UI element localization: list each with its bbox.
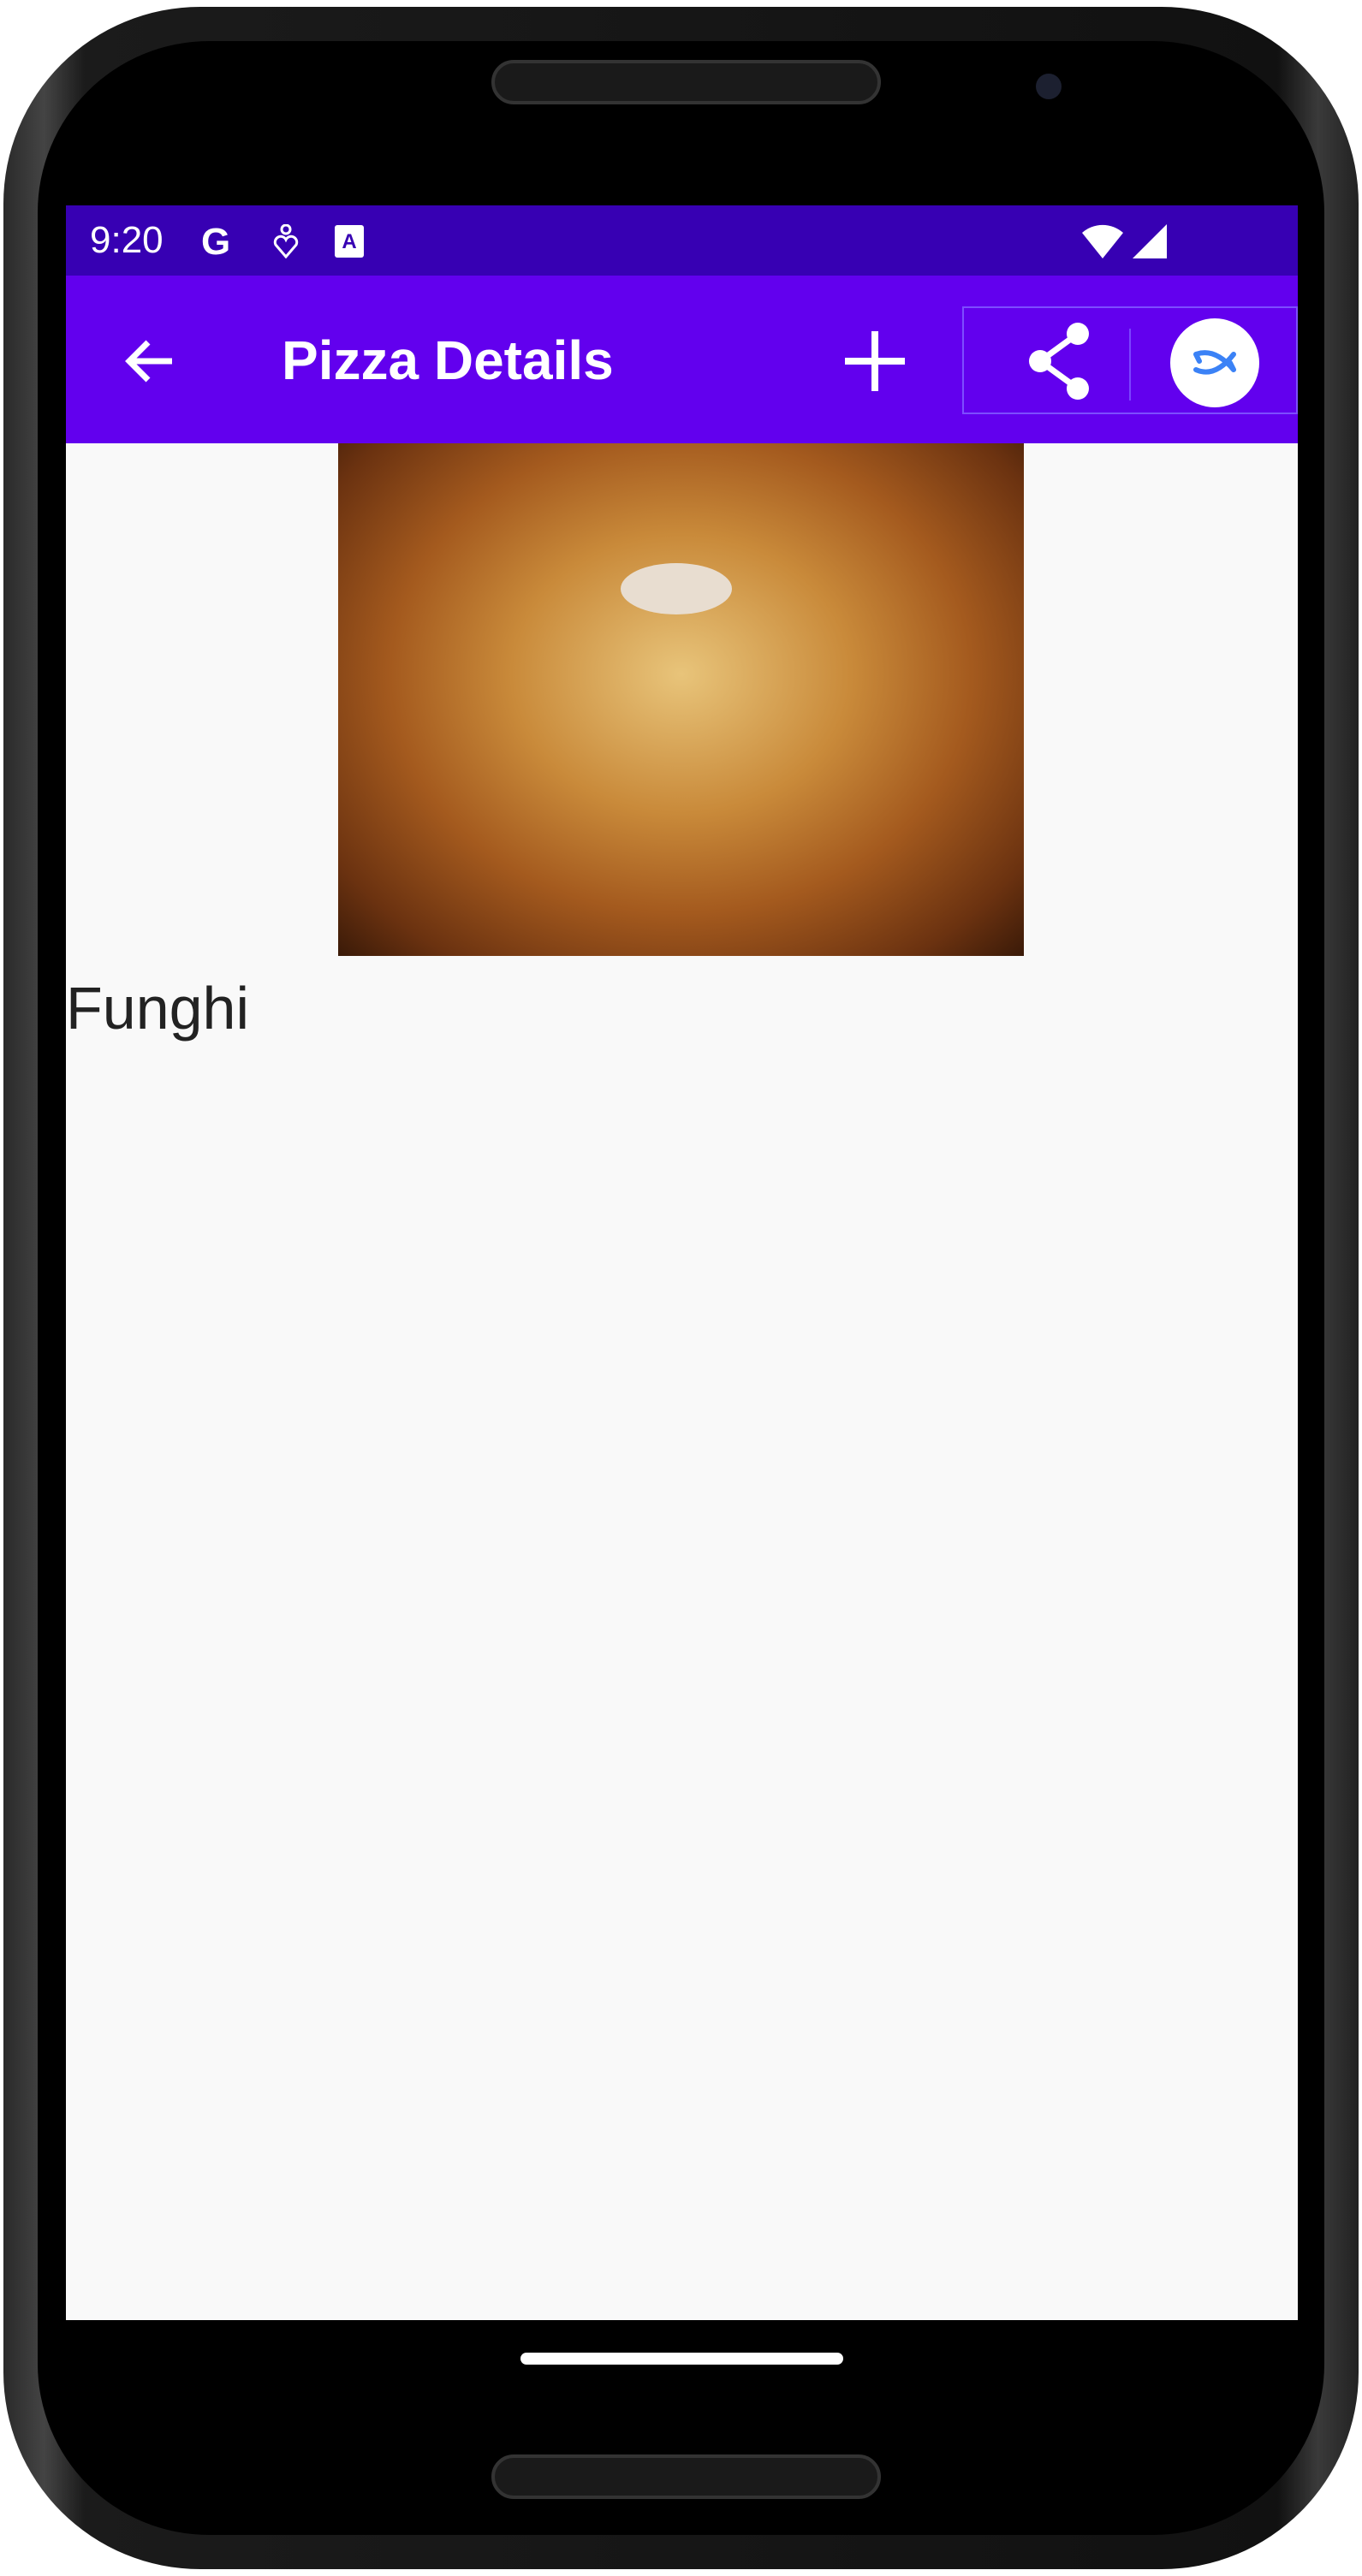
google-icon: G (201, 221, 231, 263)
plus-icon[interactable] (836, 323, 913, 400)
page-title: Pizza Details (282, 329, 614, 391)
pizza-photo (338, 443, 1024, 956)
status-time: 9:20 (90, 219, 164, 261)
wifi-icon (1082, 224, 1123, 258)
action-divider (1129, 329, 1131, 401)
pizza-name: Funghi (66, 975, 250, 1042)
interact-button[interactable] (1170, 318, 1259, 407)
app-toolbar: Pizza Details (66, 276, 1298, 443)
navigation-bar (66, 2320, 1298, 2396)
bottom-speaker (491, 2454, 881, 2499)
font-icon: A (335, 225, 364, 258)
signal-icon (1133, 224, 1167, 258)
interact-icon (1193, 350, 1236, 375)
arrow-back-icon[interactable] (117, 327, 186, 395)
content-area: Funghi (66, 443, 1298, 2320)
screen: 9:20 G A Pizza Details Funghi (66, 205, 1298, 2396)
svg-text:A: A (342, 230, 356, 253)
accessibility-icon (273, 224, 299, 258)
front-camera (1036, 74, 1062, 99)
top-speaker (491, 60, 881, 104)
home-gesture-handle[interactable] (520, 2353, 843, 2365)
status-bar: 9:20 G A (66, 205, 1298, 276)
share-icon[interactable] (1016, 318, 1102, 404)
